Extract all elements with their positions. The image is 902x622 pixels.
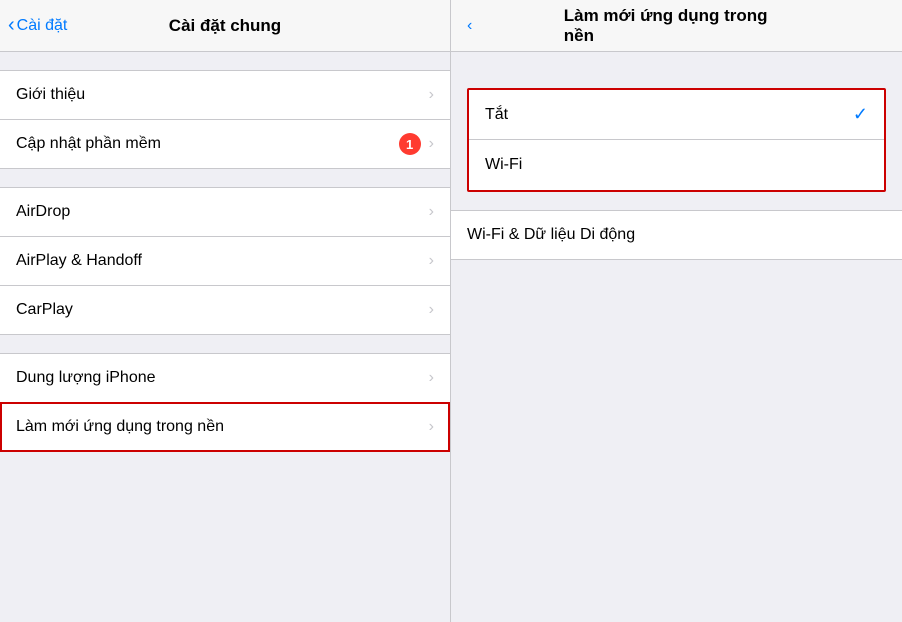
- row-gioi-thieu[interactable]: Giới thiệu ›: [0, 70, 450, 120]
- row-cap-nhat[interactable]: Cập nhật phần mềm 1 ›: [0, 119, 450, 169]
- right-panel: ‹ Làm mới ứng dụng trong nền Tắt ✓ Wi-Fi…: [451, 0, 902, 622]
- settings-group-1: Giới thiệu › Cập nhật phần mềm 1 ›: [0, 70, 450, 169]
- option-tat-check-icon: ✓: [853, 104, 868, 125]
- row-airplay[interactable]: AirPlay & Handoff ›: [0, 236, 450, 286]
- gioi-thieu-chevron-icon: ›: [429, 86, 434, 104]
- carplay-label: CarPlay: [16, 301, 429, 319]
- left-panel: ‹ Cài đặt Cài đặt chung Giới thiệu › Cập…: [0, 0, 451, 622]
- options-group: Tắt ✓ Wi-Fi: [467, 88, 886, 192]
- left-back-button[interactable]: ‹ Cài đặt: [8, 14, 67, 37]
- left-chevron-icon: ‹: [8, 14, 15, 37]
- left-back-label: Cài đặt: [17, 17, 68, 35]
- left-nav-title: Cài đặt chung: [169, 16, 281, 36]
- option-wifi-label: Wi-Fi: [485, 156, 868, 174]
- settings-group-3: Dung lượng iPhone › Làm mới ứng dụng tro…: [0, 353, 450, 452]
- dung-luong-chevron-icon: ›: [429, 369, 434, 387]
- airplay-label: AirPlay & Handoff: [16, 252, 429, 270]
- cap-nhat-label: Cập nhật phần mềm: [16, 135, 399, 153]
- lam-moi-label: Làm mới ứng dụng trong nền: [16, 418, 429, 436]
- right-back-button[interactable]: ‹: [467, 17, 472, 35]
- option-wifi[interactable]: Wi-Fi: [469, 140, 884, 190]
- right-navbar: ‹ Làm mới ứng dụng trong nền: [451, 0, 902, 52]
- lam-moi-chevron-icon: ›: [429, 418, 434, 436]
- wifi-data-label: Wi-Fi & Dữ liệu Di động: [467, 226, 635, 244]
- row-lam-moi[interactable]: Làm mới ứng dụng trong nền ›: [0, 402, 450, 452]
- right-nav-title: Làm mới ứng dụng trong nền: [564, 6, 790, 46]
- settings-group-2: AirDrop › AirPlay & Handoff › CarPlay ›: [0, 187, 450, 335]
- right-back-icon: ‹: [467, 17, 472, 35]
- row-airdrop[interactable]: AirDrop ›: [0, 187, 450, 237]
- dung-luong-label: Dung lượng iPhone: [16, 369, 429, 387]
- option-wifi-data[interactable]: Wi-Fi & Dữ liệu Di động: [451, 210, 902, 260]
- airdrop-chevron-icon: ›: [429, 203, 434, 221]
- row-carplay[interactable]: CarPlay ›: [0, 285, 450, 335]
- option-tat[interactable]: Tắt ✓: [469, 90, 884, 140]
- option-tat-label: Tắt: [485, 106, 853, 124]
- airplay-chevron-icon: ›: [429, 252, 434, 270]
- cap-nhat-badge: 1: [399, 133, 421, 155]
- carplay-chevron-icon: ›: [429, 301, 434, 319]
- options-container: Tắt ✓ Wi-Fi: [451, 52, 902, 192]
- gioi-thieu-label: Giới thiệu: [16, 86, 429, 104]
- airdrop-label: AirDrop: [16, 203, 429, 221]
- cap-nhat-chevron-icon: ›: [429, 135, 434, 153]
- row-dung-luong[interactable]: Dung lượng iPhone ›: [0, 353, 450, 403]
- left-navbar: ‹ Cài đặt Cài đặt chung: [0, 0, 450, 52]
